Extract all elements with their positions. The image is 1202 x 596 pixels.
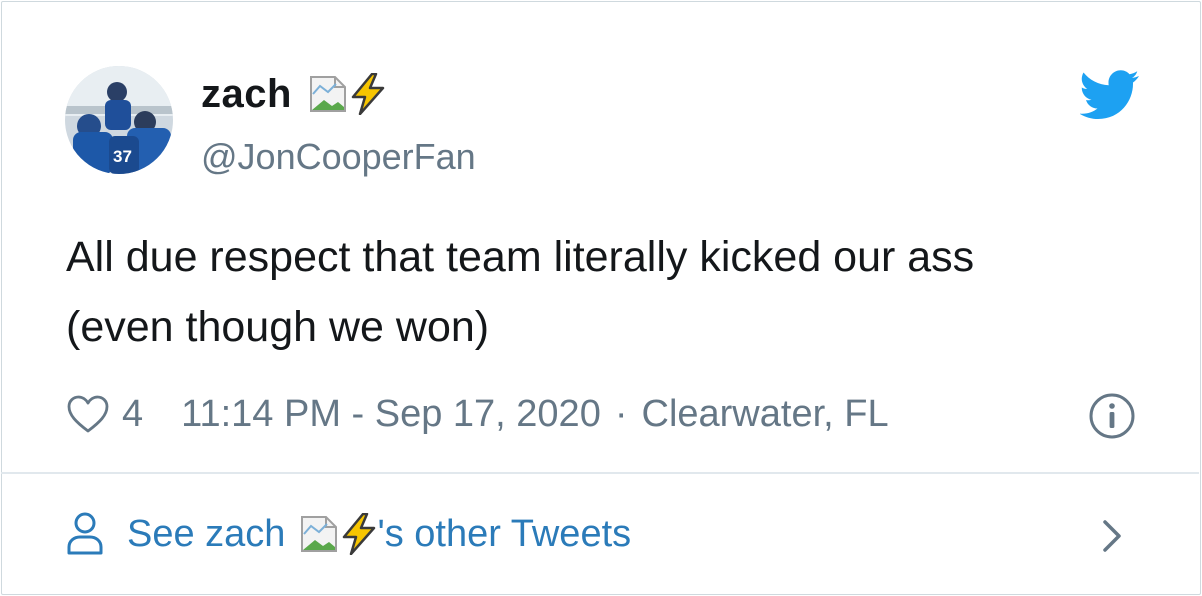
avatar-jersey-number: 37 (113, 147, 132, 166)
avatar[interactable]: 37 (65, 66, 173, 174)
tweet-text: All due respect that team literally kick… (66, 222, 1146, 362)
tweet-location[interactable]: Clearwater, FL (642, 393, 889, 436)
author-name-row: zach (201, 68, 386, 120)
meta-separator: · (614, 392, 628, 435)
twitter-bird-icon[interactable] (1079, 70, 1140, 120)
footer-text-prefix: See zach (127, 512, 286, 555)
like-count[interactable]: 4 (122, 393, 143, 436)
author-display-name[interactable]: zach (201, 72, 292, 117)
author-handle[interactable]: @JonCooperFan (201, 136, 476, 178)
tweet-meta: 4 11:14 PM - Sep 17, 2020 · Clearwater, … (66, 388, 889, 440)
footer-text-suffix: 's other Tweets (377, 512, 632, 555)
lightning-bolt-emoji (341, 512, 377, 556)
tweet-text-line2: (even though we won) (66, 303, 490, 351)
person-icon (65, 511, 105, 557)
info-icon[interactable] (1088, 392, 1136, 440)
lightning-bolt-emoji (350, 72, 386, 116)
heart-icon[interactable] (66, 394, 110, 434)
broken-image-icon (308, 74, 348, 114)
chevron-right-icon (1099, 516, 1127, 556)
see-other-tweets-link[interactable]: See zach 's other Tweets (1, 474, 1199, 594)
broken-image-icon (299, 514, 339, 554)
tweet-timestamp[interactable]: 11:14 PM - Sep 17, 2020 (181, 393, 601, 436)
see-other-tweets-content: See zach 's other Tweets (65, 508, 631, 560)
tweet-text-line1: All due respect that team literally kick… (66, 233, 975, 281)
